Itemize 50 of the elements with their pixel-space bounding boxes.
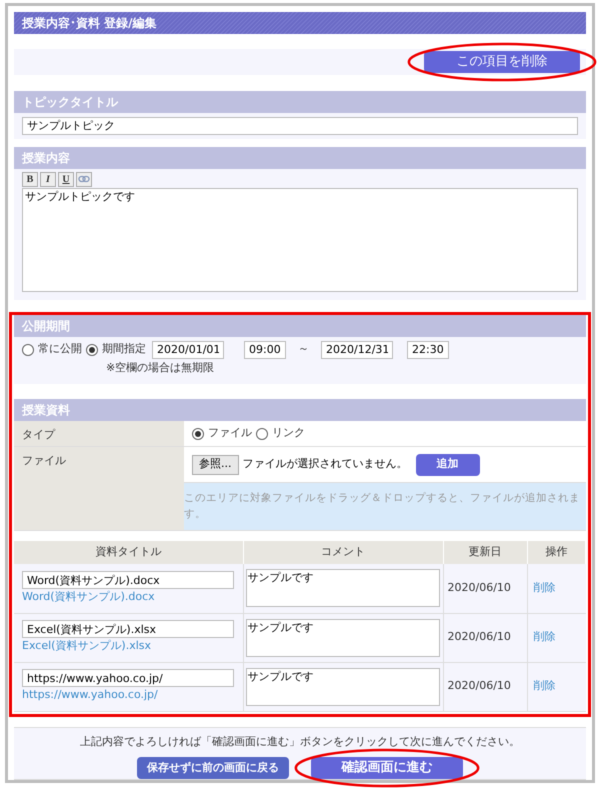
range-separator: ～ (298, 341, 309, 358)
format-button[interactable]: I (40, 172, 56, 186)
material-link[interactable]: Excel(資料サンプル).xlsx (22, 639, 152, 652)
type-label: タイプ (14, 421, 184, 446)
page-title: 授業内容･資料 登録/編集 (14, 12, 586, 34)
period-note: ※空欄の場合は無期限 (106, 360, 216, 376)
file-status: ファイルが選択されていません。 (242, 456, 408, 472)
radio-label: 期間指定 (102, 341, 146, 358)
radio-button[interactable] (86, 344, 98, 356)
topic-title-field[interactable]: サンプルトピック (22, 116, 578, 134)
start-date-field[interactable]: 2020/01/01 (152, 340, 224, 358)
lesson-content-field[interactable]: サンプルトピックです (22, 188, 578, 292)
updated-date: 2020/06/10 (443, 662, 527, 711)
start-time-field[interactable]: 09:00 (244, 340, 286, 358)
chain-link-icon (78, 175, 90, 183)
file-label: ファイル (14, 447, 184, 530)
radio-button[interactable] (22, 344, 34, 356)
comment-field[interactable]: サンプルです (246, 618, 440, 656)
material-title-field[interactable]: Word(資料サンプル).docx (22, 571, 234, 589)
comment-field[interactable]: サンプルです (246, 668, 440, 706)
delete-item-button[interactable]: この項目を削除 (424, 50, 580, 73)
radio-label: リンク (272, 425, 305, 442)
comment-field[interactable]: サンプルです (246, 569, 440, 608)
end-date-field[interactable]: 2020/12/31 (321, 340, 393, 358)
delete-link[interactable]: 削除 (534, 581, 556, 594)
footer-message: 上記内容でよろしければ「確認画面に進む」ボタンをクリックして次に進んでください。 (80, 734, 520, 750)
link-button[interactable] (76, 172, 92, 186)
section-header: 授業内容 (14, 146, 586, 168)
add-button[interactable]: 追加 (416, 454, 480, 476)
format-button[interactable]: B (22, 172, 38, 186)
end-time-field[interactable]: 22:30 (407, 340, 449, 358)
material-title-field[interactable]: https://www.yahoo.co.jp/ (22, 669, 234, 688)
format-button[interactable]: U (58, 172, 74, 186)
browse-button[interactable]: 参照... (192, 454, 238, 474)
section-header: 授業資料 (14, 399, 586, 421)
radio-button[interactable] (256, 428, 268, 440)
delete-link[interactable]: 削除 (534, 630, 556, 644)
confirm-button[interactable]: 確認画面に進む (311, 757, 463, 779)
delete-link[interactable]: 削除 (534, 679, 556, 692)
updated-date: 2020/06/10 (443, 564, 527, 613)
file-drop-area: このエリアに対象ファイルをドラッグ＆ドロップすると、ファイルが追加されます。 (184, 483, 586, 530)
radio-label: 常に公開 (38, 341, 82, 358)
radio-label: ファイル (208, 425, 252, 442)
section-header: 公開期間 (14, 314, 586, 336)
radio-button[interactable] (192, 428, 204, 440)
updated-date: 2020/06/10 (443, 613, 527, 662)
material-link[interactable]: Word(資料サンプル).docx (22, 590, 155, 603)
material-title-field[interactable]: Excel(資料サンプル).xlsx (22, 620, 234, 638)
section-header: トピックタイトル (14, 90, 586, 112)
back-button[interactable]: 保存せずに前の画面に戻る (137, 757, 289, 779)
